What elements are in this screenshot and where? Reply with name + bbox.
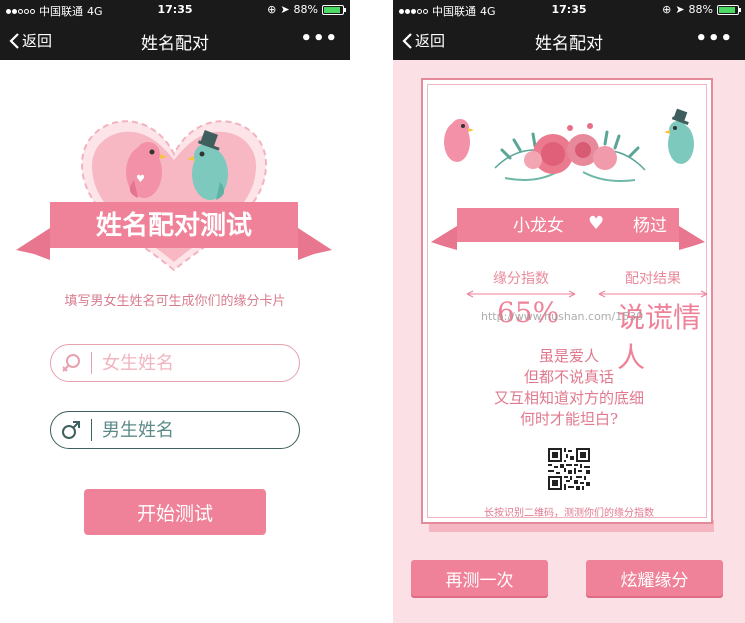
result-card: 小龙女 ♥ 杨过 缘分指数 配对结果 65% 说谎情人 http://www.h… [421, 78, 713, 524]
poem-line: 何时才能坦白? [519, 410, 619, 428]
location-arrow-icon: ➤ [280, 3, 290, 16]
more-menu-button[interactable]: ••• [695, 28, 733, 49]
phone-screen-input: 中国联通 4G 17:35 ⊕ ➤ 88% 返回 姓名配对 ••• ♥ 姓名配对… [0, 0, 350, 623]
poem-line: 但都不说真话 [523, 368, 614, 386]
instruction-text: 填写男女生姓名可生成你们的缘分卡片 [64, 294, 286, 309]
fate-index-label: 缘分指数 [493, 271, 549, 287]
female-name-field[interactable] [50, 344, 300, 382]
female-name-input[interactable] [102, 352, 282, 374]
field-divider [91, 419, 92, 441]
nav-bar: 返回 姓名配对 ••• [0, 20, 350, 60]
bird-icon [664, 108, 694, 164]
phone-screen-result: 中国联通 4G 17:35 ⊕ ➤ 88% 返回 姓名配对 ••• 小龙女 ♥ … [393, 0, 745, 623]
heart-icon: ♥ [588, 213, 605, 234]
share-button[interactable]: 炫耀缘分 [586, 560, 723, 596]
watermark-text: http://www.hushan.com/1530 [481, 310, 644, 323]
lock-rotation-icon: ⊕ [267, 3, 277, 16]
field-divider [91, 352, 92, 374]
result-poem: 虽是爱人 但都不说真话 又互相知道对方的底细 何时才能坦白? [423, 346, 715, 430]
poem-line: 虽是爱人 [538, 347, 599, 365]
card-footer-hint: 长按识别二维码，测测你们的缘分指数 [484, 508, 654, 519]
status-right: ⊕ ➤ 88% [662, 3, 741, 16]
male-name: 杨过 [633, 216, 667, 236]
battery-icon [717, 4, 741, 15]
female-name: 小龙女 [513, 216, 564, 236]
retry-button[interactable]: 再测一次 [411, 560, 548, 596]
battery-percent: 88% [293, 3, 318, 16]
more-menu-button[interactable]: ••• [300, 28, 338, 49]
status-bar: 中国联通 4G 17:35 ⊕ ➤ 88% [0, 0, 350, 20]
poem-line: 又互相知道对方的底细 [493, 389, 644, 407]
battery-icon [322, 4, 346, 15]
start-test-button[interactable]: 开始测试 [84, 489, 266, 535]
qr-code-icon[interactable] [548, 448, 590, 490]
banner-title: 姓名配对测试 [96, 210, 252, 241]
female-icon [51, 345, 91, 381]
nav-title: 姓名配对 [141, 34, 209, 54]
battery-percent: 88% [688, 3, 713, 16]
svg-text:♥: ♥ [136, 174, 145, 185]
nav-bar: 返回 姓名配对 ••• [393, 20, 745, 60]
bird-icon [444, 119, 474, 162]
male-icon [51, 412, 91, 448]
status-right: ⊕ ➤ 88% [267, 3, 346, 16]
flower-birds-illustration [444, 108, 694, 182]
match-result-label: 配对结果 [625, 271, 681, 287]
status-bar: 中国联通 4G 17:35 ⊕ ➤ 88% [393, 0, 745, 20]
heart-banner-illustration: ♥ 姓名配对测试 [16, 120, 332, 272]
male-name-input[interactable] [102, 419, 282, 441]
lock-rotation-icon: ⊕ [662, 3, 672, 16]
flower-icon [494, 123, 646, 182]
battery-level [719, 6, 735, 13]
male-name-field[interactable] [50, 411, 300, 449]
location-arrow-icon: ➤ [675, 3, 685, 16]
battery-level [324, 6, 340, 13]
nav-title: 姓名配对 [535, 34, 603, 54]
